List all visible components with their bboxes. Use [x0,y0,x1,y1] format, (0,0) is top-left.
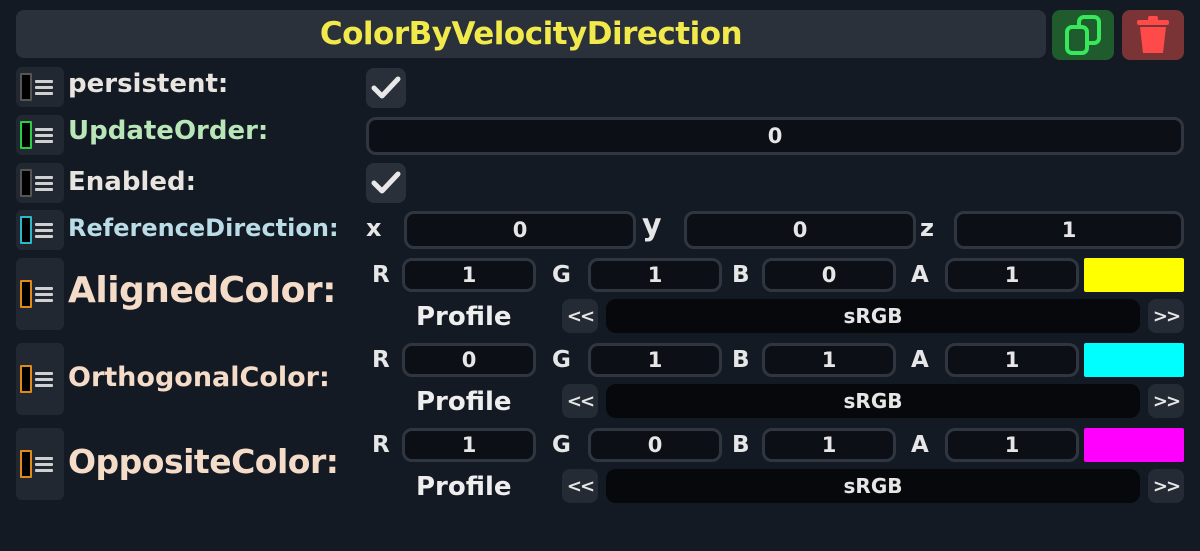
r-label: R [372,262,390,288]
direction-z-input[interactable]: 1 [954,211,1184,249]
z-label: z [920,214,934,242]
g-label: G [552,262,571,288]
field-type-indicator [20,73,32,101]
y-label: y [642,208,662,243]
opposite-color-swatch[interactable] [1084,428,1184,462]
drag-icon [35,286,53,302]
opposite-b-input[interactable]: 1 [762,428,896,462]
b-label: B [732,347,750,373]
orthogonal-g-input[interactable]: 1 [588,343,722,377]
trash-icon [1137,16,1169,53]
opposite-g-input[interactable]: 0 [588,428,722,462]
a-label: A [911,432,929,458]
label-reference-direction: ReferenceDirection: [68,214,339,242]
a-label: A [911,347,929,373]
b-label: B [732,262,750,288]
orthogonal-r-input[interactable]: 0 [402,343,536,377]
drag-handle-reference-direction[interactable] [16,210,64,250]
enabled-checkbox[interactable] [366,163,406,203]
aligned-b-input[interactable]: 0 [762,258,896,292]
orthogonal-b-input[interactable]: 1 [762,343,896,377]
profile-next-button[interactable]: >> [1148,384,1184,418]
direction-y-input[interactable]: 0 [684,211,916,249]
r-label: R [372,432,390,458]
profile-next-button[interactable]: >> [1148,469,1184,503]
drag-icon [35,456,53,472]
drag-icon [35,371,53,387]
drag-icon [35,175,53,191]
field-type-indicator [20,216,32,244]
field-type-indicator [20,450,32,478]
g-label: G [552,432,571,458]
field-type-indicator [20,365,32,393]
label-orthogonal-color: OrthogonalColor: [68,362,330,393]
update-order-input[interactable]: 0 [366,117,1184,155]
drag-handle-orthogonal-color[interactable] [16,343,64,415]
delete-button[interactable] [1122,10,1184,60]
duplicate-button[interactable] [1052,10,1114,60]
profile-value[interactable]: sRGB [606,299,1140,333]
profile-value[interactable]: sRGB [606,384,1140,418]
direction-x-input[interactable]: 0 [404,211,636,249]
b-label: B [732,432,750,458]
profile-value[interactable]: sRGB [606,469,1140,503]
drag-handle-persistent[interactable] [16,67,64,107]
label-persistent: persistent: [68,69,229,99]
drag-icon [35,127,53,143]
profile-label: Profile [416,387,512,417]
component-title: ColorByVelocityDirection [16,10,1046,58]
drag-handle-enabled[interactable] [16,163,64,203]
profile-prev-button[interactable]: << [562,299,598,333]
label-enabled: Enabled: [68,167,196,197]
field-type-indicator [20,280,32,308]
label-update-order: UpdateOrder: [68,116,269,146]
persistent-checkbox[interactable] [366,68,406,108]
profile-prev-button[interactable]: << [562,384,598,418]
aligned-g-input[interactable]: 1 [588,258,722,292]
label-opposite-color: OppositeColor: [68,442,339,481]
drag-handle-update-order[interactable] [16,115,64,155]
profile-next-button[interactable]: >> [1148,299,1184,333]
opposite-a-input[interactable]: 1 [945,428,1079,462]
checkmark-icon [371,76,401,99]
aligned-color-swatch[interactable] [1084,258,1184,292]
drag-handle-aligned-color[interactable] [16,258,64,330]
profile-prev-button[interactable]: << [562,469,598,503]
profile-label: Profile [416,302,512,332]
orthogonal-color-swatch[interactable] [1084,343,1184,377]
g-label: G [552,347,571,373]
drag-icon [35,79,53,95]
aligned-r-input[interactable]: 1 [402,258,536,292]
label-aligned-color: AlignedColor: [68,270,337,311]
a-label: A [911,262,929,288]
x-label: x [366,214,382,242]
drag-handle-opposite-color[interactable] [16,428,64,500]
drag-icon [35,222,53,238]
aligned-a-input[interactable]: 1 [945,258,1079,292]
orthogonal-a-input[interactable]: 1 [945,343,1079,377]
copy-icon [1065,15,1101,55]
opposite-r-input[interactable]: 1 [402,428,536,462]
field-type-indicator [20,169,32,197]
profile-label: Profile [416,472,512,502]
field-type-indicator [20,121,32,149]
r-label: R [372,347,390,373]
checkmark-icon [371,171,401,194]
